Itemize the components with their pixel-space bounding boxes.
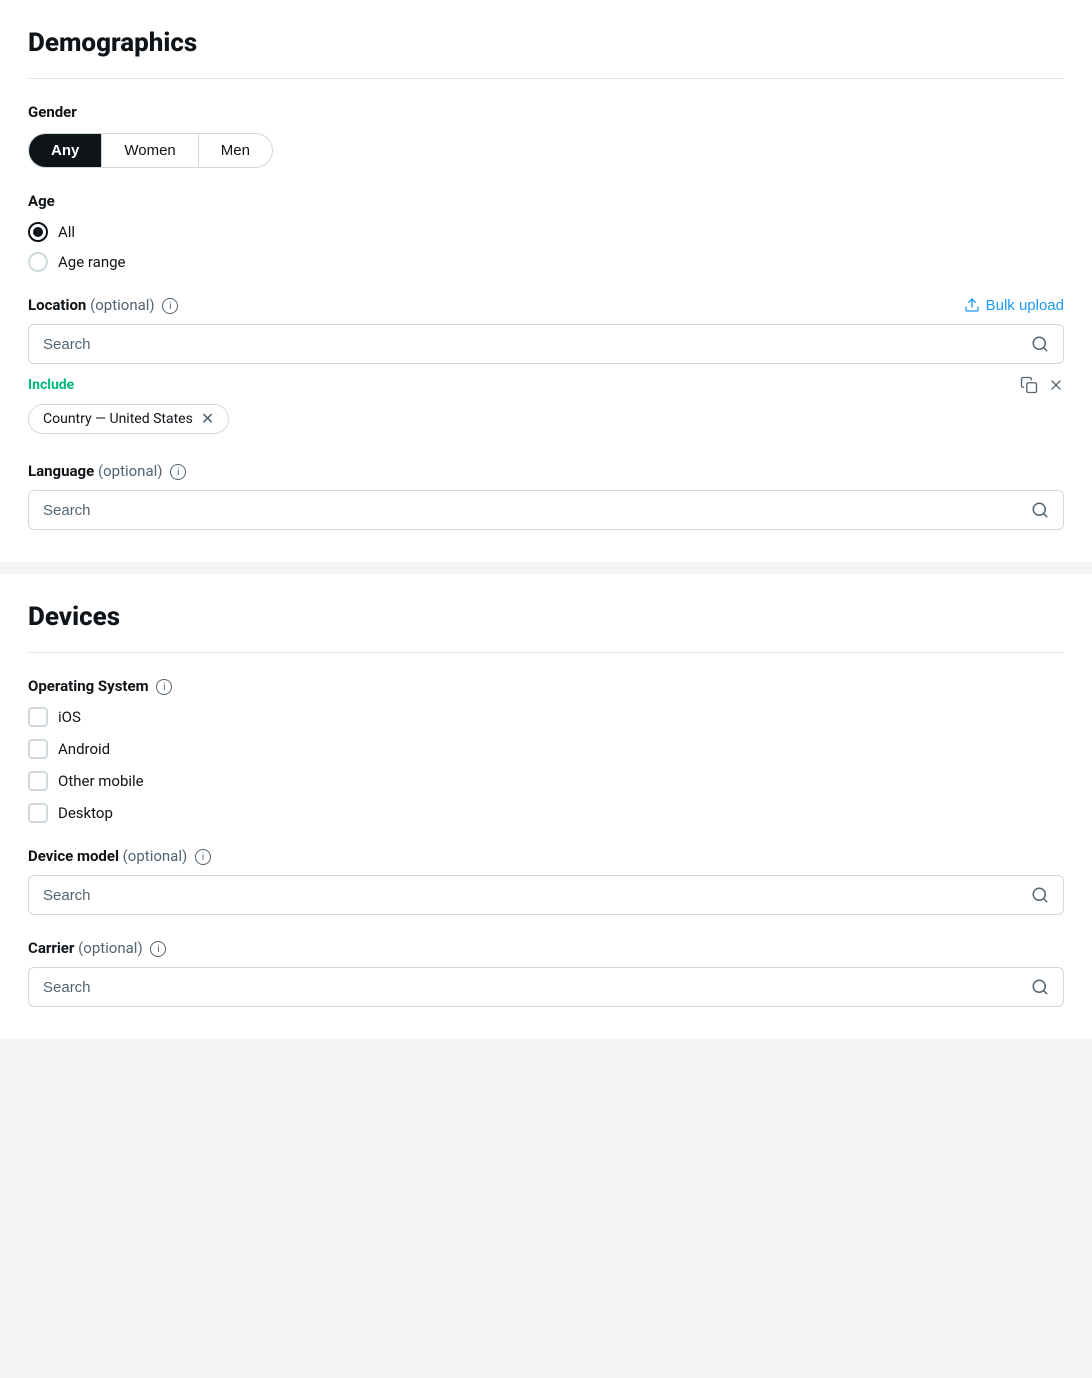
include-label: Include: [28, 377, 74, 393]
age-section: Age All Age range: [28, 192, 1064, 272]
bulk-upload-button[interactable]: Bulk upload: [964, 297, 1064, 314]
demographics-section: Demographics Gender Any Women Men Age Al…: [0, 0, 1092, 562]
carrier-label: Carrier: [28, 939, 74, 957]
gender-label: Gender: [28, 103, 1064, 121]
location-search-input[interactable]: [43, 336, 1023, 353]
language-optional: (optional): [98, 462, 163, 480]
copy-icon: [1020, 376, 1038, 394]
language-label: Language: [28, 462, 94, 480]
location-section: Location (optional) i Bulk upload In: [28, 296, 1064, 434]
os-label-wrapper: Operating System i: [28, 677, 1064, 695]
language-info-icon[interactable]: i: [170, 464, 186, 480]
age-range-label: Age range: [58, 253, 126, 271]
os-other-mobile-option[interactable]: Other mobile: [28, 771, 1064, 791]
device-model-section: Device model (optional) i: [28, 847, 1064, 915]
os-label: Operating System: [28, 677, 149, 695]
demographics-title: Demographics: [28, 28, 1064, 58]
location-search-wrapper: [28, 324, 1064, 364]
device-model-label: Device model: [28, 847, 119, 865]
age-label: Age: [28, 192, 1064, 210]
os-desktop-label: Desktop: [58, 804, 113, 822]
bulk-upload-label: Bulk upload: [986, 297, 1064, 314]
language-search-input[interactable]: [43, 502, 1023, 519]
os-android-checkbox[interactable]: [28, 739, 48, 759]
os-other-mobile-checkbox[interactable]: [28, 771, 48, 791]
device-model-optional: (optional): [123, 847, 188, 865]
os-ios-label: iOS: [58, 708, 81, 726]
location-tag-close[interactable]: ✕: [201, 411, 214, 427]
gender-men-button[interactable]: Men: [199, 134, 272, 167]
device-model-search-wrapper: [28, 875, 1064, 915]
copy-button[interactable]: [1020, 376, 1038, 394]
close-icon: [1048, 377, 1064, 393]
age-all-radio[interactable]: [28, 222, 48, 242]
carrier-section: Carrier (optional) i: [28, 939, 1064, 1007]
carrier-search-icon: [1031, 978, 1049, 996]
devices-section: Devices Operating System i iOS Android O…: [0, 574, 1092, 1039]
location-search-icon: [1031, 335, 1049, 353]
age-all-label: All: [58, 223, 75, 241]
location-tag: Country — United States ✕: [28, 404, 229, 434]
device-model-info-icon[interactable]: i: [195, 849, 211, 865]
carrier-optional: (optional): [78, 939, 143, 957]
device-model-search-icon: [1031, 886, 1049, 904]
upload-icon: [964, 297, 980, 313]
divider: [28, 78, 1064, 79]
location-label-wrapper: Location (optional) i: [28, 296, 178, 314]
gender-toggle: Any Women Men: [28, 133, 273, 168]
carrier-search-input[interactable]: [43, 979, 1023, 996]
device-model-search-input[interactable]: [43, 887, 1023, 904]
carrier-label-wrapper: Carrier (optional) i: [28, 939, 1064, 957]
include-close-button[interactable]: [1048, 377, 1064, 393]
os-desktop-option[interactable]: Desktop: [28, 803, 1064, 823]
location-info-icon[interactable]: i: [162, 298, 178, 314]
location-tag-text: Country — United States: [43, 411, 193, 427]
carrier-info-icon[interactable]: i: [150, 941, 166, 957]
language-label-wrapper: Language (optional) i: [28, 462, 1064, 480]
language-section: Language (optional) i: [28, 462, 1064, 530]
gender-any-button[interactable]: Any: [29, 134, 102, 167]
include-actions: [1020, 376, 1064, 394]
location-label: Location: [28, 296, 86, 314]
language-search-icon: [1031, 501, 1049, 519]
os-info-icon[interactable]: i: [156, 679, 172, 695]
devices-divider: [28, 652, 1064, 653]
carrier-search-wrapper: [28, 967, 1064, 1007]
os-desktop-checkbox[interactable]: [28, 803, 48, 823]
os-android-option[interactable]: Android: [28, 739, 1064, 759]
device-model-label-wrapper: Device model (optional) i: [28, 847, 1064, 865]
age-range-radio[interactable]: [28, 252, 48, 272]
os-android-label: Android: [58, 740, 110, 758]
location-header: Location (optional) i Bulk upload: [28, 296, 1064, 314]
location-optional: (optional): [90, 296, 155, 314]
os-other-mobile-label: Other mobile: [58, 772, 144, 790]
gender-women-button[interactable]: Women: [102, 134, 198, 167]
include-row: Include: [28, 376, 1064, 394]
age-all-option[interactable]: All: [28, 222, 1064, 242]
age-range-option[interactable]: Age range: [28, 252, 1064, 272]
devices-title: Devices: [28, 602, 1064, 632]
os-ios-option[interactable]: iOS: [28, 707, 1064, 727]
os-ios-checkbox[interactable]: [28, 707, 48, 727]
os-section: Operating System i iOS Android Other mob…: [28, 677, 1064, 823]
language-search-wrapper: [28, 490, 1064, 530]
